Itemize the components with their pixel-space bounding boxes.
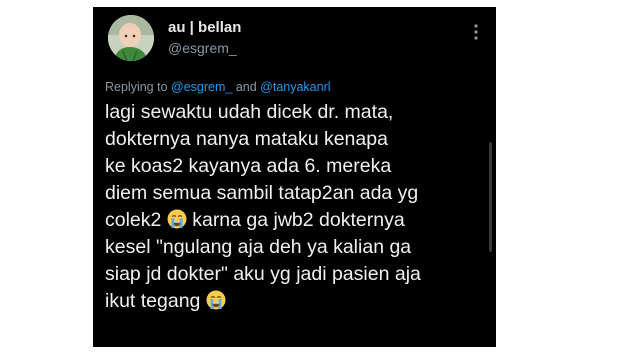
tweet-card: au | bellan @esgrem_ Replying to @esgrem… <box>93 7 496 347</box>
loudly-crying-face-icon <box>206 290 226 310</box>
tweet-text-line: kesel "ngulang aja deh ya kalian ga <box>105 236 412 258</box>
tweet-text-line: lagi sewaktu udah dicek dr. mata, <box>105 101 394 123</box>
tweet-text-segment: colek2 <box>105 209 162 231</box>
reply-mention-esgrem[interactable]: @esgrem_ <box>171 80 232 94</box>
user-handle[interactable]: @esgrem_ <box>168 40 237 56</box>
tweet-text-line: siap jd dokter" aku yg jadi pasien aja <box>105 263 421 285</box>
tweet-text-line: ke koas2 kayanya ada 6. mereka <box>105 155 392 177</box>
display-name[interactable]: au | bellan <box>168 19 241 36</box>
tweet-text-line: ikut tegang <box>105 288 490 315</box>
tweet-text-line: dokternya nanya mataku kenapa <box>105 128 388 150</box>
avatar[interactable] <box>108 15 154 61</box>
replying-to-conjunction: and <box>232 80 261 94</box>
loudly-crying-face-icon <box>167 209 187 229</box>
replying-to-prefix: Replying to <box>105 80 172 94</box>
tweet-text-segment: karna ga jwb2 dokternya <box>192 209 405 231</box>
tweet-text-line: diem semua sambil tatap2an ada yg <box>105 182 419 204</box>
tweet-text-line: colek2 karna ga jwb2 dokternya <box>105 207 490 234</box>
tweet-text: lagi sewaktu udah dicek dr. mata, dokter… <box>105 99 490 315</box>
reply-mention-tanyakanrl[interactable]: @tanyakanrl <box>260 80 330 94</box>
tweet-text-segment: ikut tegang <box>105 290 201 312</box>
avatar-photo <box>108 15 154 61</box>
scrollbar[interactable] <box>489 142 492 252</box>
more-vertical-icon[interactable] <box>471 22 481 42</box>
replying-to: Replying to @esgrem_ and @tanyakanrl <box>105 80 331 94</box>
